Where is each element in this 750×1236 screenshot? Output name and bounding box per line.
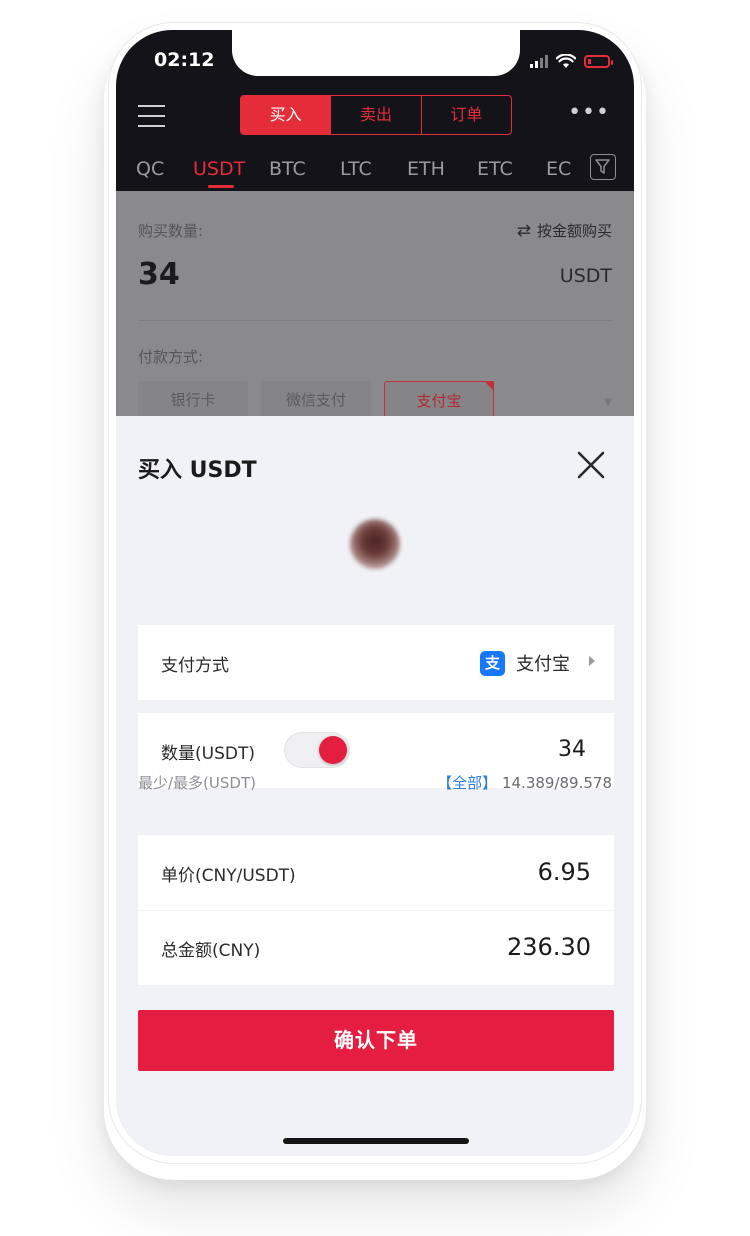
payment-label: 付款方式: <box>138 348 204 366</box>
total-value: 236.30 <box>507 933 591 961</box>
coin-tab-ltc[interactable]: LTC <box>340 158 372 180</box>
coin-tab-ec[interactable]: EC <box>546 158 571 180</box>
divider <box>138 910 614 911</box>
tab-orders[interactable]: 订单 <box>422 96 511 134</box>
payment-method-value: 支付宝 <box>516 654 570 675</box>
payment-method-label: 支付方式 <box>161 656 229 676</box>
payment-option-alipay[interactable]: 支付宝 <box>384 381 494 418</box>
dropdown-caret-icon[interactable]: ▼ <box>604 397 612 408</box>
menu-icon[interactable] <box>138 105 165 127</box>
wifi-icon <box>556 53 576 68</box>
filter-icon <box>595 159 610 174</box>
more-icon[interactable]: ••• <box>568 100 610 125</box>
chevron-right-icon <box>589 656 595 666</box>
confirm-order-button[interactable]: 确认下单 <box>138 1010 614 1071</box>
trade-mode-tabs: 买入 卖出 订单 <box>240 95 512 135</box>
status-time: 02:12 <box>154 49 215 71</box>
switch-label: 按金额购买 <box>536 222 612 240</box>
battery-icon <box>584 54 613 68</box>
signal-icon <box>530 54 548 68</box>
switch-to-amount[interactable]: ⇄ 按金额购买 <box>517 220 612 241</box>
seller-avatar <box>350 519 400 569</box>
tab-buy[interactable]: 买入 <box>241 96 332 134</box>
payment-option-wechat[interactable]: 微信支付 <box>261 381 371 418</box>
coin-tab-etc[interactable]: ETC <box>477 158 513 180</box>
notch <box>232 30 520 76</box>
alipay-icon: 支 <box>480 651 505 676</box>
quantity-toggle[interactable] <box>284 732 350 768</box>
buy-sheet: 买入 USDT 支付方式 支 支付宝 数量(USDT) 34 最少/最多(USD… <box>116 416 634 1156</box>
quantity-value[interactable]: 34 <box>558 737 586 762</box>
total-label: 总金额(CNY) <box>161 941 261 961</box>
phone-screen: 02:12 买入 卖出 订单 ••• QC USDT BTC LTC ETH E… <box>116 30 634 1156</box>
coin-tab-btc[interactable]: BTC <box>269 158 306 180</box>
tab-sell[interactable]: 卖出 <box>331 96 422 134</box>
status-icons <box>530 52 613 70</box>
coin-tab-qc[interactable]: QC <box>136 158 164 180</box>
close-icon <box>577 451 605 479</box>
background-order-form: 购买数量: ⇄ 按金额购买 34 USDT 付款方式: 银行卡 微信支付 支付宝 … <box>116 191 634 418</box>
payment-option-bank[interactable]: 银行卡 <box>138 381 248 418</box>
sheet-title: 买入 USDT <box>138 458 257 483</box>
home-indicator <box>283 1138 469 1144</box>
range-values: 14.389/89.578 <box>501 774 612 792</box>
swap-icon: ⇄ <box>516 221 531 241</box>
amount-unit: USDT <box>559 265 612 287</box>
unit-price-value: 6.95 <box>537 858 591 886</box>
price-card: 单价(CNY/USDT) 6.95 总金额(CNY) 236.30 <box>138 835 614 985</box>
coin-tab-eth[interactable]: ETH <box>407 158 445 180</box>
quantity-label: 数量(USDT) <box>161 744 255 764</box>
divider <box>138 320 612 321</box>
coin-tab-usdt[interactable]: USDT <box>193 158 245 180</box>
all-link[interactable]: 【全部】 <box>437 774 497 792</box>
range-label: 最少/最多(USDT) <box>138 774 256 792</box>
amount-value: 34 <box>138 257 180 292</box>
amount-label: 购买数量: <box>138 222 204 240</box>
unit-price-label: 单价(CNY/USDT) <box>161 866 296 886</box>
filter-button[interactable] <box>590 154 616 180</box>
active-tab-indicator <box>208 185 234 188</box>
payment-method-row[interactable]: 支付方式 支 支付宝 <box>138 625 614 700</box>
range-info: 【全部】 14.389/89.578 <box>437 772 612 793</box>
coin-tabs: QC USDT BTC LTC ETH ETC EC <box>116 154 634 191</box>
close-button[interactable] <box>576 450 606 480</box>
